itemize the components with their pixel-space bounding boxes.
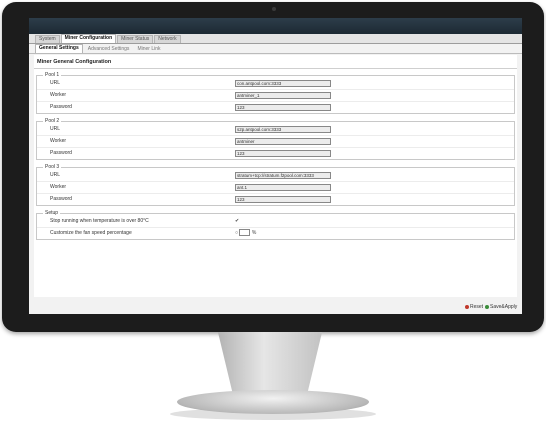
- stop-temp-checkbox[interactable]: ✔: [235, 218, 239, 224]
- pool-2-group: Pool 2 URL s2p.antpool.com:3333 Worker a…: [36, 118, 515, 160]
- pool-3-password-input[interactable]: 123: [235, 195, 331, 203]
- header-bar: [29, 18, 522, 34]
- pool-2-password-row: Password 123: [37, 147, 514, 159]
- pool-1-group: Pool 1 URL con.antpool.com:3333 Worker a…: [36, 72, 515, 114]
- setup-group: Setup Stop running when temperature is o…: [36, 210, 515, 240]
- password-label: Password: [50, 150, 72, 156]
- fan-speed-label: Customize the fan speed percentage: [50, 230, 132, 236]
- monitor-bezel: System Miner Configuration Miner Status …: [2, 2, 544, 332]
- pool-1-url-row: URL con.antpool.com:3333: [37, 78, 514, 89]
- reset-button[interactable]: Reset: [465, 304, 483, 310]
- tab-miner-configuration[interactable]: Miner Configuration: [60, 34, 117, 43]
- pool-3-url-input[interactable]: stratum+tcp://stratum.f2pool.com:3333: [235, 171, 331, 179]
- worker-label: Worker: [50, 184, 67, 190]
- page-title: Miner General Configuration: [34, 55, 517, 69]
- tab-network[interactable]: Network: [154, 35, 181, 43]
- pool-2-url-input[interactable]: s2p.antpool.com:3333: [235, 125, 331, 133]
- pool-3-url-row: URL stratum+tcp://stratum.f2pool.com:333…: [37, 170, 514, 181]
- url-label: URL: [50, 172, 61, 178]
- pool-2-password-input[interactable]: 123: [235, 149, 331, 157]
- worker-label: Worker: [50, 138, 67, 144]
- url-label: URL: [50, 80, 61, 86]
- settings-panel: Miner General Configuration Pool 1 URL c…: [34, 55, 517, 297]
- save-icon: [485, 304, 489, 309]
- stop-temp-label: Stop running when temperature is over 80…: [50, 218, 149, 224]
- monitor-stand: [177, 390, 369, 414]
- fan-speed-control: ○ %: [235, 229, 256, 236]
- stop-temp-row: Stop running when temperature is over 80…: [37, 216, 514, 227]
- camera-icon: [272, 7, 276, 11]
- subtab-miner-link[interactable]: Miner Link: [134, 46, 163, 53]
- main-tabs: System Miner Configuration Miner Status …: [29, 34, 522, 44]
- password-label: Password: [50, 104, 72, 110]
- subtab-advanced-settings[interactable]: Advanced Settings: [85, 46, 133, 53]
- pool-2-url-row: URL s2p.antpool.com:3333: [37, 124, 514, 135]
- worker-label: Worker: [50, 92, 67, 98]
- password-label: Password: [50, 196, 72, 202]
- subtab-general-settings[interactable]: General Settings: [35, 44, 83, 53]
- pool-1-url-input[interactable]: con.antpool.com:3333: [235, 79, 331, 87]
- screen: System Miner Configuration Miner Status …: [29, 18, 522, 314]
- pool-3-worker-row: Worker ant.1: [37, 181, 514, 193]
- reset-label: Reset: [470, 304, 484, 310]
- sub-tabs: General Settings Advanced Settings Miner…: [29, 44, 522, 54]
- save-apply-button[interactable]: Save&Apply: [485, 304, 517, 310]
- tab-miner-status[interactable]: Miner Status: [117, 35, 154, 43]
- tab-system[interactable]: System: [35, 35, 60, 43]
- reset-icon: [465, 304, 469, 309]
- save-label: Save&Apply: [490, 304, 518, 310]
- pool-2-worker-input[interactable]: antminer: [235, 137, 331, 145]
- pool-1-worker-input[interactable]: antminer_1: [235, 91, 331, 99]
- pool-1-password-input[interactable]: 123: [235, 103, 331, 111]
- pool-2-worker-row: Worker antminer: [37, 135, 514, 147]
- url-label: URL: [50, 126, 61, 132]
- monitor-neck: [217, 332, 323, 394]
- fan-speed-input[interactable]: [239, 229, 251, 236]
- footer-bar: Reset Save&Apply: [29, 298, 522, 314]
- fan-unit-label: %: [251, 229, 257, 236]
- fan-speed-checkbox[interactable]: ○: [235, 230, 238, 236]
- pool-1-password-row: Password 123: [37, 101, 514, 113]
- pool-3-worker-input[interactable]: ant.1: [235, 183, 331, 191]
- pool-3-password-row: Password 123: [37, 193, 514, 205]
- fan-speed-row: Customize the fan speed percentage ○ %: [37, 227, 514, 239]
- pool-1-worker-row: Worker antminer_1: [37, 89, 514, 101]
- pool-3-group: Pool 3 URL stratum+tcp://stratum.f2pool.…: [36, 164, 515, 206]
